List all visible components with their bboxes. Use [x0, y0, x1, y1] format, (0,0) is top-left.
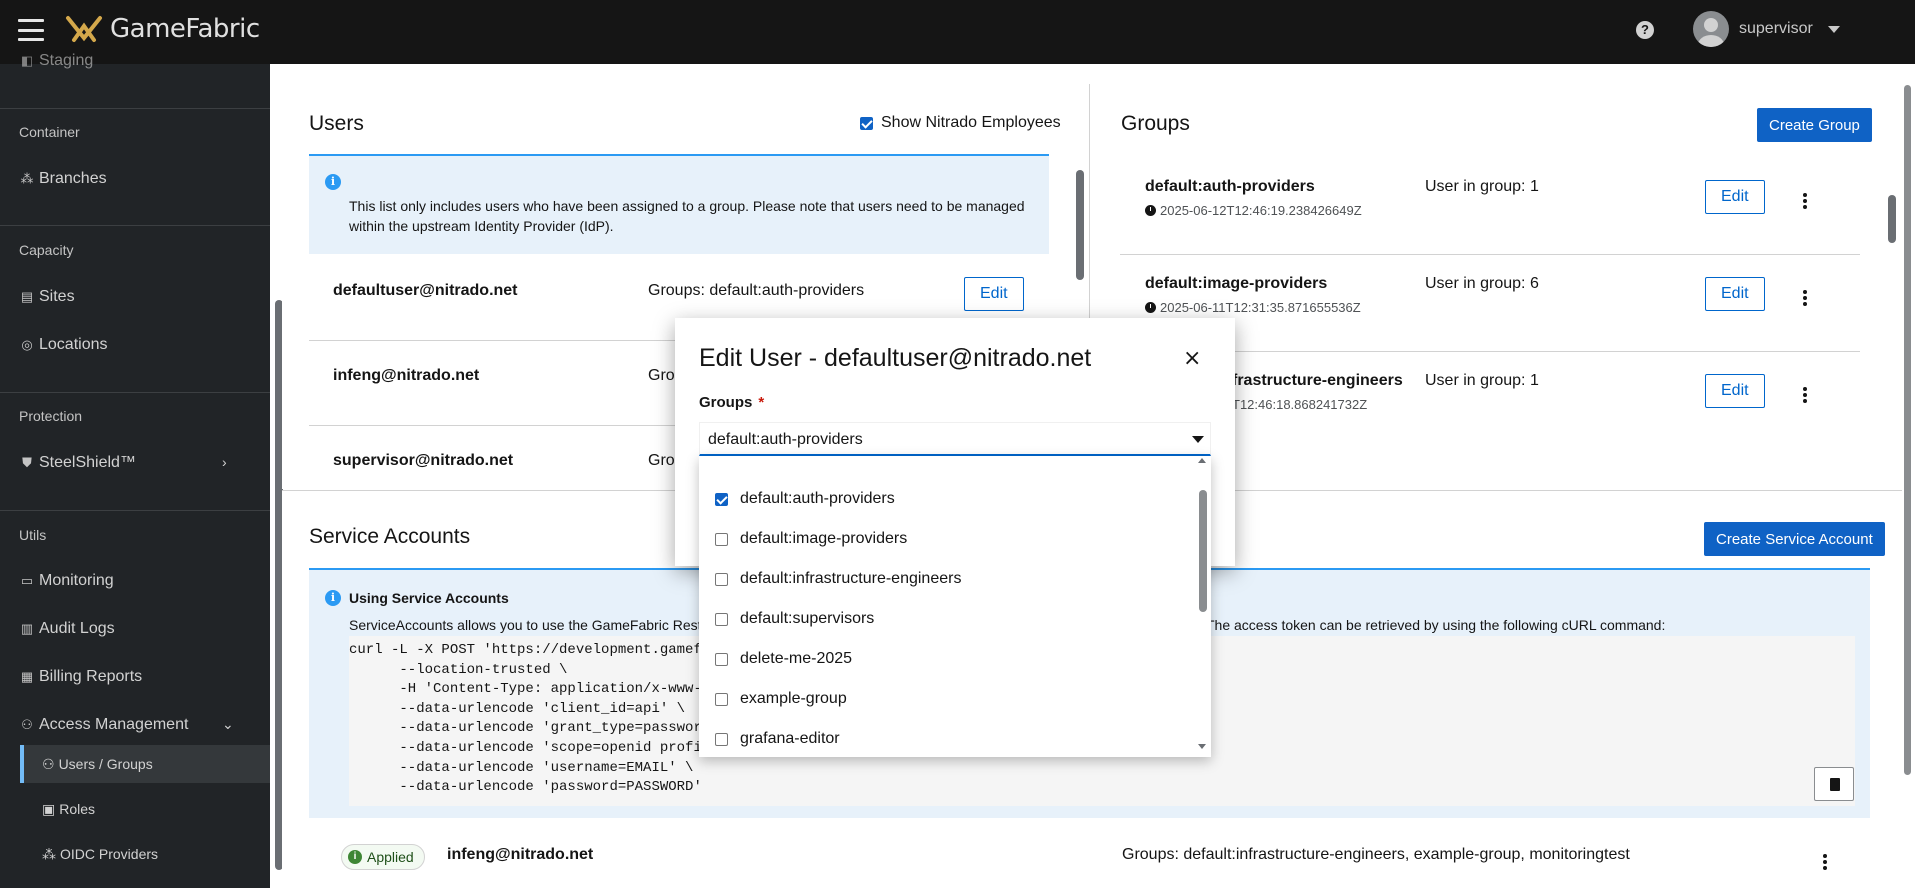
groups-label-text: Groups — [699, 394, 753, 411]
top-header: GameFabric ? supervisor — [0, 0, 1915, 64]
option-label: default:infrastructure-engineers — [740, 570, 962, 587]
option-label: default:image-providers — [740, 530, 908, 547]
user-menu-caret-icon[interactable] — [1828, 26, 1840, 33]
groups-dropdown-menu: default:auth-providers default:image-pro… — [699, 456, 1211, 757]
menu-item-default-auth-providers[interactable]: default:auth-providers — [715, 487, 895, 511]
menu-item-example-group[interactable]: example-group — [715, 687, 847, 711]
option-label: example-group — [740, 690, 847, 707]
option-label: grafana-editor — [740, 730, 840, 747]
menu-item-default-supervisors[interactable]: default:supervisors — [715, 607, 874, 631]
app-name: GameFabric — [110, 14, 260, 44]
option-checkbox[interactable] — [715, 612, 728, 626]
caret-down-icon[interactable] — [1192, 436, 1204, 443]
menu-item-grafana-editor[interactable]: grafana-editor — [715, 727, 840, 751]
close-icon[interactable]: × — [1183, 346, 1201, 371]
option-checkbox[interactable] — [715, 692, 728, 706]
option-checkbox[interactable] — [715, 492, 728, 506]
modal-title: Edit User - defaultuser@nitrado.net — [699, 344, 1092, 372]
dropdown-scrollbar[interactable] — [1199, 490, 1207, 612]
avatar[interactable] — [1693, 11, 1729, 47]
option-label: default:supervisors — [740, 610, 875, 627]
option-label: delete-me-2025 — [740, 650, 853, 667]
app-logo[interactable]: GameFabric — [64, 12, 260, 46]
menu-item-default-image-providers[interactable]: default:image-providers — [715, 527, 907, 551]
scroll-down-icon[interactable] — [1198, 744, 1206, 749]
required-mark: * — [758, 394, 765, 411]
gamefabric-logo-icon — [66, 16, 102, 42]
menu-item-delete-me-2025[interactable]: delete-me-2025 — [715, 647, 852, 671]
groups-select-value: default:auth-providers — [708, 431, 863, 448]
option-label: default:auth-providers — [740, 490, 895, 507]
menu-item-default-infrastructure-engineers[interactable]: default:infrastructure-engineers — [715, 567, 961, 591]
hamburger-menu-icon[interactable] — [18, 19, 44, 41]
help-icon[interactable]: ? — [1636, 21, 1654, 39]
option-checkbox[interactable] — [715, 732, 728, 746]
scroll-up-icon[interactable] — [1198, 458, 1206, 463]
groups-field-label: Groups * — [699, 394, 764, 411]
option-checkbox[interactable] — [715, 572, 728, 586]
option-checkbox[interactable] — [715, 652, 728, 666]
groups-select[interactable]: default:auth-providers — [699, 422, 1211, 456]
username-label[interactable]: supervisor — [1739, 20, 1813, 38]
option-checkbox[interactable] — [715, 532, 728, 546]
